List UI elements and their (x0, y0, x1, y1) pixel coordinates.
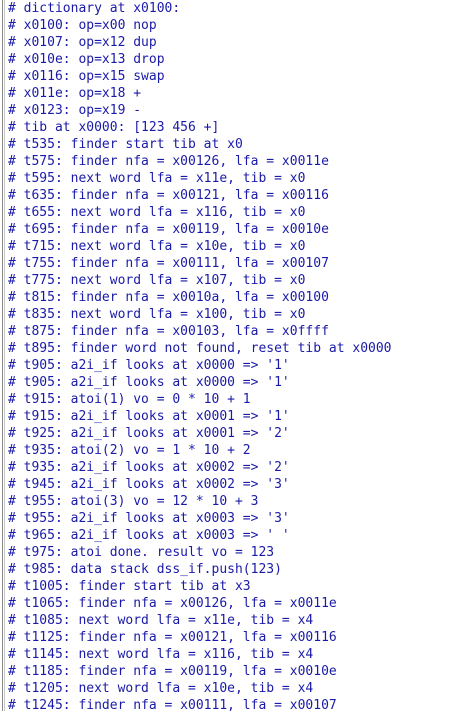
log-line: # t975: atoi done. result vo = 123 (8, 545, 275, 560)
log-line: # t575: finder nfa = x00126, lfa = x0011… (8, 154, 329, 169)
log-line: # t1065: finder nfa = x00126, lfa = x001… (8, 596, 337, 611)
log-line: # x0107: op=x12 dup (8, 35, 157, 50)
log-line: # tib at x0000: [123 456 +] (8, 120, 220, 135)
log-line: # t895: finder word not found, reset tib… (8, 341, 392, 356)
log-line: # t715: next word lfa = x10e, tib = x0 (8, 239, 306, 254)
log-line: # t655: next word lfa = x116, tib = x0 (8, 205, 306, 220)
log-line: # t635: finder nfa = x00121, lfa = x0011… (8, 188, 329, 203)
log-line: # x0116: op=x15 swap (8, 69, 165, 84)
log-line: # t875: finder nfa = x00103, lfa = x0fff… (8, 324, 329, 339)
log-line: # t925: a2i_if looks at x0001 => '2' (8, 426, 290, 441)
log-line: # t965: a2i_if looks at x0003 => ' ' (8, 528, 290, 543)
log-line: # t835: next word lfa = x100, tib = x0 (8, 307, 306, 322)
log-line: # x0123: op=x19 - (8, 103, 142, 118)
log-line: # t815: finder nfa = x0010a, lfa = x0010… (8, 290, 329, 305)
log-line: # t595: next word lfa = x11e, tib = x0 (8, 171, 306, 186)
log-line: # t1085: next word lfa = x11e, tib = x4 (8, 613, 314, 628)
log-line: # t1145: next word lfa = x116, tib = x4 (8, 647, 314, 662)
log-line: # t915: a2i_if looks at x0001 => '1' (8, 409, 290, 424)
log-line: # t935: a2i_if looks at x0002 => '2' (8, 460, 290, 475)
log-line: # dictionary at x0100: (8, 1, 181, 16)
left-border (2, 0, 3, 711)
log-line: # x010e: op=x13 drop (8, 52, 165, 67)
log-line: # x0100: op=x00 nop (8, 18, 157, 33)
log-line: # t905: a2i_if looks at x0000 => '1' (8, 358, 290, 373)
log-line: # t695: finder nfa = x00119, lfa = x0010… (8, 222, 329, 237)
terminal-output[interactable]: # dictionary at x0100: # x0100: op=x00 no… (0, 0, 457, 711)
log-line: # t915: atoi(1) vo = 0 * 10 + 1 (8, 392, 251, 407)
log-line: # t935: atoi(2) vo = 1 * 10 + 2 (8, 443, 251, 458)
log-line: # t1245: finder nfa = x00111, lfa = x001… (8, 698, 337, 711)
log-list: # dictionary at x0100: # x0100: op=x00 no… (8, 0, 392, 711)
log-line: # t1205: next word lfa = x10e, tib = x4 (8, 681, 314, 696)
log-line: # t955: a2i_if looks at x0003 => '3' (8, 511, 290, 526)
log-line: # t985: data stack dss_if.push(123) (8, 562, 282, 577)
left-border-inner (4, 0, 5, 711)
log-line: # t1005: finder start tib at x3 (8, 579, 251, 594)
log-line: # t535: finder start tib at x0 (8, 137, 243, 152)
log-line: # t755: finder nfa = x00111, lfa = x0010… (8, 256, 329, 271)
log-line: # t955: atoi(3) vo = 12 * 10 + 3 (8, 494, 259, 509)
log-line: # t945: a2i_if looks at x0002 => '3' (8, 477, 290, 492)
log-line: # t775: next word lfa = x107, tib = x0 (8, 273, 306, 288)
log-line: # x011e: op=x18 + (8, 86, 142, 101)
log-line: # t1125: finder nfa = x00121, lfa = x001… (8, 630, 337, 645)
log-line: # t905: a2i_if looks at x0000 => '1' (8, 375, 290, 390)
log-line: # t1185: finder nfa = x00119, lfa = x001… (8, 664, 337, 679)
